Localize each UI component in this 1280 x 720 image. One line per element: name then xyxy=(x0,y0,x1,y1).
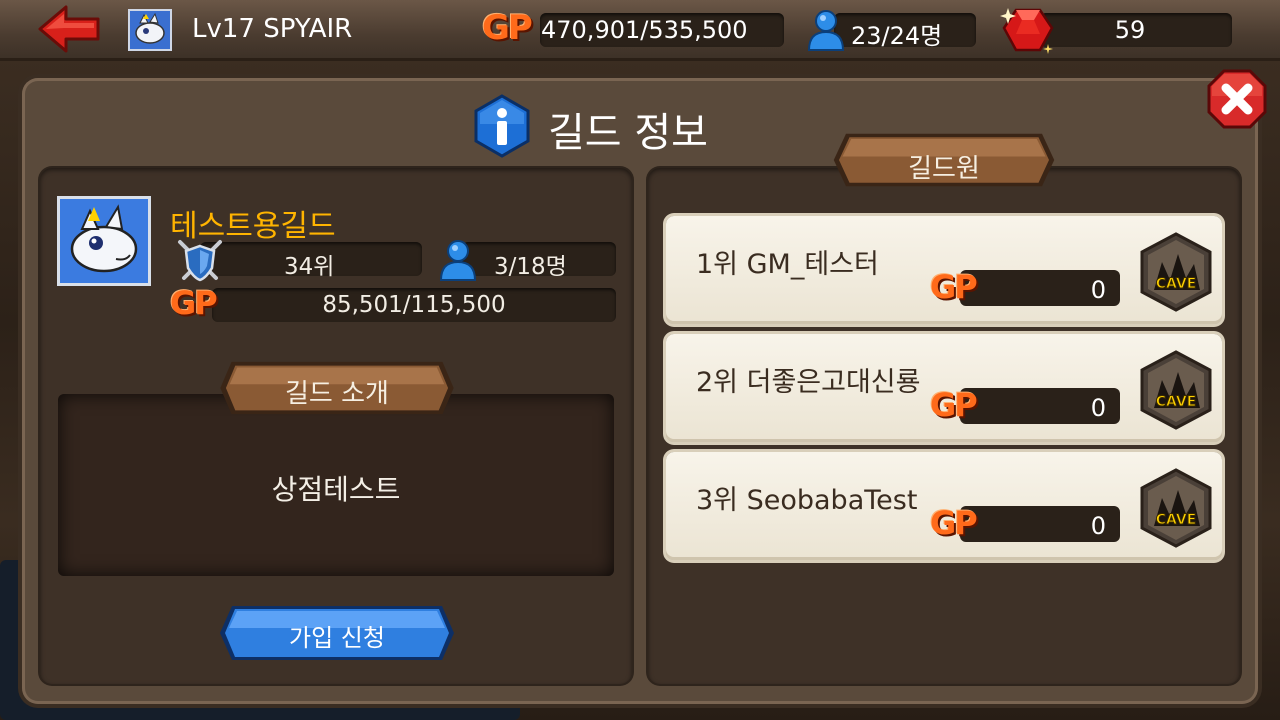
close-icon[interactable] xyxy=(1206,68,1268,130)
gp-logo: GP xyxy=(170,284,218,322)
members-value: 23/24명 xyxy=(851,22,943,50)
guild-rank: 34위 xyxy=(284,254,335,280)
intro-text: 상점테스트 xyxy=(271,473,401,506)
cave-badge-icon: CAVE xyxy=(1140,468,1212,548)
info-icon xyxy=(474,94,530,158)
member-name: 1위 GM_테스터 xyxy=(696,249,879,280)
cave-label: CAVE xyxy=(1156,276,1197,292)
dragon-icon xyxy=(135,12,165,44)
top-bar: Lv17 SPYAIR GP 470,901/535,500 23/24명 59 xyxy=(0,0,1280,61)
gp-logo: GP xyxy=(930,386,978,424)
member-name: 2위 더좋은고대신룡 xyxy=(696,367,921,398)
person-icon xyxy=(439,240,477,281)
person-icon xyxy=(807,10,845,51)
member-gp-value: 0 xyxy=(1090,394,1106,422)
dialog-title: 길드 정보 xyxy=(548,110,708,156)
member-row-3[interactable]: 3위 SeobabaTest GP 0 CAVE xyxy=(666,452,1222,560)
cave-label: CAVE xyxy=(1156,394,1197,410)
member-gp-value: 0 xyxy=(1090,512,1106,540)
guild-gp-value: 85,501/115,500 xyxy=(322,292,506,318)
guild-emblem xyxy=(57,196,151,286)
gp-logo: GP xyxy=(930,504,978,542)
members-header: 길드원 xyxy=(908,154,980,184)
gp-logo: GP xyxy=(482,8,533,48)
guild-member-count: 3/18명 xyxy=(494,254,567,280)
back-arrow-icon[interactable] xyxy=(36,4,102,54)
member-row-2[interactable]: 2위 더좋은고대신룡 GP 0 CAVE xyxy=(666,334,1222,442)
cave-badge-icon: CAVE xyxy=(1140,350,1212,430)
gp-value: 470,901/535,500 xyxy=(541,16,748,44)
crossed-swords-shield-icon xyxy=(178,240,222,282)
member-name: 3위 SeobabaTest xyxy=(696,485,918,516)
intro-header: 길드 소개 xyxy=(285,379,389,409)
member-row-1[interactable]: 1위 GM_테스터 GP 0 CAVE xyxy=(666,216,1222,324)
player-level-name: Lv17 SPYAIR xyxy=(192,14,353,44)
gp-logo: GP xyxy=(930,268,978,306)
dragon-emblem-icon xyxy=(70,204,138,273)
cave-label: CAVE xyxy=(1156,512,1197,528)
cave-badge-icon: CAVE xyxy=(1140,232,1212,312)
member-gp-value: 0 xyxy=(1090,276,1106,304)
player-avatar[interactable] xyxy=(128,9,172,51)
join-request-button[interactable] xyxy=(218,604,456,662)
gems-value: 59 xyxy=(1114,16,1146,44)
